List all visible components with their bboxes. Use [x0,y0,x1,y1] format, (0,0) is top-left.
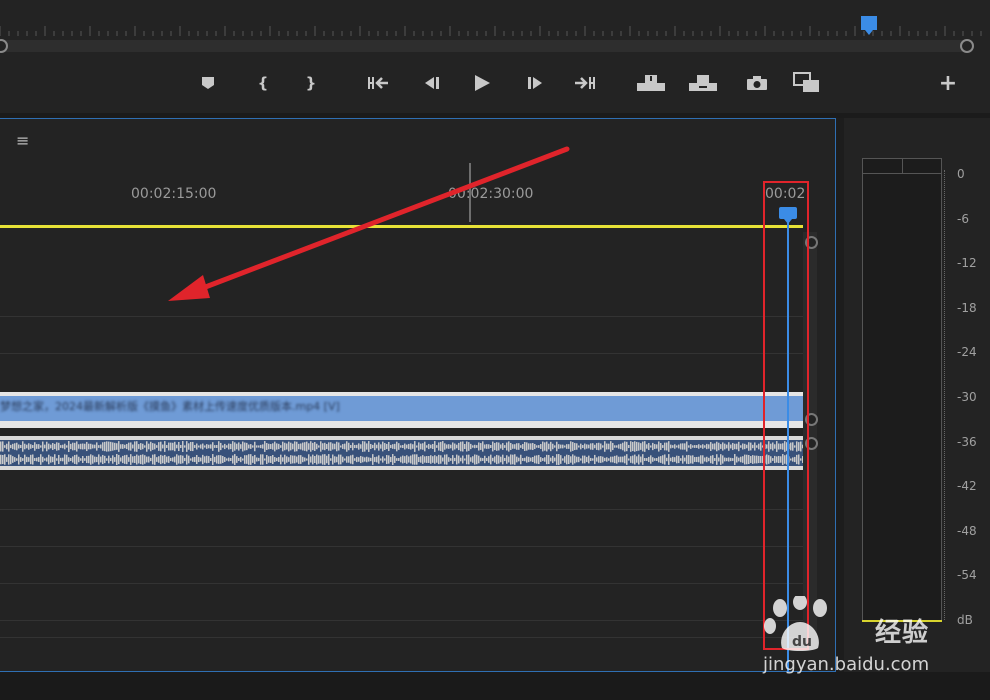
db-scale-label: -36 [957,434,977,449]
scrub-end-handle[interactable] [960,39,974,53]
lift-button[interactable] [636,70,666,96]
track-divider [0,620,803,621]
highlight-annotation-box [763,181,809,650]
go-to-out-button[interactable] [570,70,600,96]
db-scale-label: -24 [957,345,977,360]
mark-in-button[interactable]: { [248,70,278,96]
audio-waveform [0,441,803,452]
monitor-time-ruler[interactable] [0,0,990,36]
extract-icon [689,75,717,91]
track-divider [0,583,803,584]
db-scale-label: dB [957,613,973,627]
audio-clip-body [0,440,803,466]
mark-out-button[interactable]: } [296,70,326,96]
db-scale-label: -12 [957,256,977,271]
timecode-label: 00:02:30:00 [448,186,534,202]
step-back-button[interactable] [416,70,446,96]
monitor-scrub-bar[interactable] [0,40,968,52]
play-icon [475,75,490,91]
watermark-brand: 经验 [875,618,930,648]
step-forward-icon [528,77,542,89]
play-button[interactable] [467,70,497,96]
go-to-in-icon [368,77,388,89]
add-marker-button[interactable] [193,70,223,96]
plus-icon: + [938,70,958,96]
mark-in-icon: { [257,74,269,92]
baidu-paw-logo: du [764,596,827,651]
db-scale-label: -18 [957,300,977,315]
compare-icon [793,72,819,92]
db-scale-label: -42 [957,479,977,494]
step-back-icon [425,77,439,89]
go-to-in-button[interactable] [363,70,393,96]
track-divider [0,546,803,547]
button-editor[interactable]: + [933,70,963,96]
db-scale-label: -54 [957,568,977,583]
db-scale-label: -30 [957,390,977,404]
track-divider [0,316,803,317]
track-divider [0,353,803,354]
track-divider [0,509,803,510]
export-frame-button[interactable] [742,70,772,96]
lift-icon [637,75,665,91]
watermark-url: jingyan.baidu.com [763,654,930,675]
status-bar [0,672,990,700]
db-scale-label: -6 [957,211,969,226]
svg-text:du: du [792,634,812,650]
mark-out-icon: } [305,74,317,92]
extract-button[interactable] [688,70,718,96]
work-area-bar[interactable] [0,225,803,228]
video-clip-name: 梦想之家，2024最新解析版《摸鱼》素材上传速度优质版本.mp4 [V] [0,400,340,413]
meter-tick-scale [944,170,948,620]
panel-menu-icon[interactable]: ≡ [16,131,29,150]
track-divider [0,637,803,638]
timecode-label: 00:02:15:00 [131,186,217,202]
db-scale-label: 0 [957,167,965,181]
camera-icon [747,76,767,90]
audio-meter-bars [862,158,942,622]
marker-icon [202,77,214,89]
monitor-playhead[interactable] [861,16,877,35]
step-forward-button[interactable] [521,70,551,96]
go-to-out-icon [575,77,595,89]
db-scale-label: -48 [957,523,977,538]
audio-waveform [0,454,803,465]
comparison-view-button[interactable] [792,70,822,96]
